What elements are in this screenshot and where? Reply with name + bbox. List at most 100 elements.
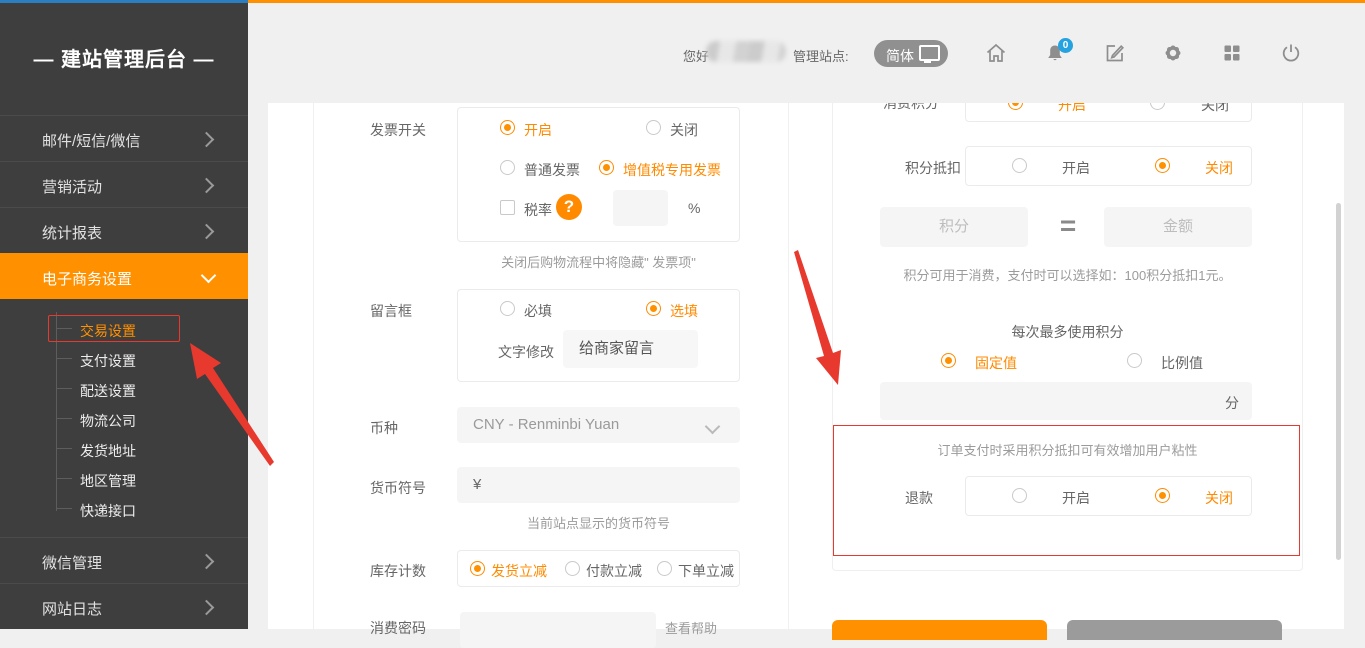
apps-grid-icon[interactable] [1220,41,1244,65]
view-help-link[interactable]: 查看帮助 [665,618,717,637]
edit-icon[interactable] [1103,41,1127,65]
card-border [788,103,789,629]
tree-tick [56,478,72,479]
message-required-radio[interactable] [500,301,515,316]
sidebar-item-ecommerce-settings[interactable]: 电子商务设置 [0,253,248,299]
language-site-button[interactable]: 简体 [874,40,948,67]
stock-ship-radio[interactable] [470,561,485,576]
chevron-right-icon [199,554,215,570]
invoice-off-option[interactable]: 关闭 [670,120,698,140]
invoice-hint: 关闭后购物流程中将隐藏" 发票项" [457,252,740,271]
sidebar-subitem-shipping-address[interactable]: 发货地址 [80,441,136,461]
sidebar-subitem-trade-settings[interactable]: 交易设置 [80,321,136,341]
tax-rate-label: 税率 [524,200,552,220]
stock-order-radio[interactable] [657,561,672,576]
vat-invoice-option[interactable]: 增值税专用发票 [623,160,721,180]
vertical-scrollbar[interactable] [1336,203,1341,560]
points-sticky-hint: 订单支付时采用积分抵扣可有效增加用户粘性 [833,440,1302,459]
invoice-on-option[interactable]: 开启 [524,120,552,140]
points-deduct-hint: 积分可用于消费，支付时可以选择如：100积分抵扣1元。 [833,265,1302,284]
message-optional-option[interactable]: 选填 [670,301,698,321]
vat-invoice-radio[interactable] [599,160,614,175]
fixed-value-radio[interactable] [941,353,956,368]
currency-symbol-input[interactable]: ¥ [457,467,740,503]
stock-count-label: 库存计数 [370,561,426,581]
sidebar-item-marketing[interactable]: 营销活动 [0,161,248,207]
points-unit-suffix: 分 [1225,393,1239,413]
settings-gear-icon[interactable] [1161,41,1185,65]
equals-sign: = [1056,207,1080,247]
invoice-on-radio[interactable] [500,120,515,135]
stock-ship-option[interactable]: 发货立减 [491,561,547,581]
pay-password-input[interactable] [460,612,656,648]
currency-symbol-label: 货币符号 [370,478,426,498]
sidebar-item-site-log[interactable]: 网站日志 [0,583,248,629]
sidebar-subitem-logistics-company[interactable]: 物流公司 [80,411,136,431]
chevron-right-icon [199,224,215,240]
points-deduct-on-option[interactable]: 开启 [1062,158,1090,178]
ratio-value-radio[interactable] [1127,353,1142,368]
header-top-strip [248,0,1365,3]
sidebar: — 建站管理后台 — 邮件/短信/微信 营销活动 统计报表 电子商务设置 交易设… [0,3,248,629]
monitor-icon [919,45,940,61]
message-text-input[interactable]: 给商家留言 [563,330,698,368]
pay-password-label: 消费密码 [370,618,426,638]
currency-value: CNY - Renminbi Yuan [473,416,619,433]
message-required-option[interactable]: 必填 [524,301,552,321]
normal-invoice-option[interactable]: 普通发票 [524,160,580,180]
sidebar-item-wechat-management[interactable]: 微信管理 [0,537,248,583]
cancel-button[interactable] [1067,620,1282,640]
points-switch-label: 消费积分 [883,103,939,113]
chevron-right-icon [199,132,215,148]
sidebar-subitem-express-interface[interactable]: 快递接口 [80,501,136,521]
tree-tick [56,508,72,509]
sidebar-subitem-region-management[interactable]: 地区管理 [80,471,136,491]
refund-off-radio[interactable] [1155,488,1170,503]
card-border [313,103,314,629]
bell-badge: 0 [1058,38,1073,53]
refund-on-option[interactable]: 开启 [1062,488,1090,508]
chevron-right-icon [199,178,215,194]
manage-site-label: 管理站点: [793,46,849,65]
sidebar-item-mail-sms-wechat[interactable]: 邮件/短信/微信 [0,115,248,161]
power-logout-icon[interactable] [1279,41,1303,65]
refund-off-option[interactable]: 关闭 [1205,488,1233,508]
message-box-label: 留言框 [370,301,412,321]
points-deduct-off-option[interactable]: 关闭 [1205,158,1233,178]
max-points-input[interactable] [880,382,1252,420]
home-icon[interactable] [984,41,1008,65]
invoice-switch-label: 发票开关 [370,120,426,140]
ratio-value-option[interactable]: 比例值 [1161,353,1203,373]
currency-symbol-hint: 当前站点显示的货币符号 [457,513,740,532]
sidebar-subitem-payment-settings[interactable]: 支付设置 [80,351,136,371]
invoice-off-radio[interactable] [646,120,661,135]
tax-rate-input[interactable] [613,190,668,226]
fixed-value-option[interactable]: 固定值 [975,353,1017,373]
normal-invoice-radio[interactable] [500,160,515,175]
tree-tick [56,358,72,359]
refund-on-radio[interactable] [1012,488,1027,503]
amount-input[interactable]: 金额 [1104,207,1252,247]
chevron-right-icon [199,600,215,616]
text-edit-label: 文字修改 [498,342,554,362]
tree-tick [56,388,72,389]
language-label: 简体 [886,46,914,66]
save-button[interactable] [832,620,1047,640]
tax-rate-checkbox[interactable] [500,200,515,215]
stock-pay-option[interactable]: 付款立减 [586,561,642,581]
sidebar-subitem-delivery-settings[interactable]: 配送设置 [80,381,136,401]
sidebar-item-statistics[interactable]: 统计报表 [0,207,248,253]
stock-order-option[interactable]: 下单立减 [678,561,734,581]
tree-tick [56,448,72,449]
tree-tick [56,418,72,419]
refund-label: 退款 [905,488,933,508]
stock-pay-radio[interactable] [565,561,580,576]
currency-select[interactable]: CNY - Renminbi Yuan [457,407,740,443]
points-input[interactable]: 积分 [880,207,1028,247]
points-switch-off-option[interactable]: 关闭 [1201,103,1229,115]
points-deduct-off-radio[interactable] [1155,158,1170,173]
points-deduct-on-radio[interactable] [1012,158,1027,173]
help-question-icon[interactable]: ? [556,194,582,220]
points-switch-on-option[interactable]: 开启 [1058,103,1086,115]
message-optional-radio[interactable] [646,301,661,316]
